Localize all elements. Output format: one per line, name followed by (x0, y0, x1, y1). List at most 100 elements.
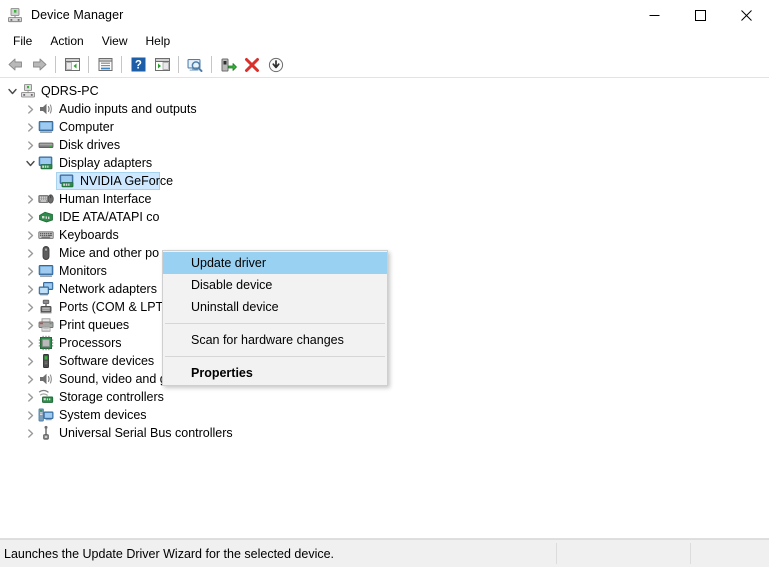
port-icon (38, 299, 54, 315)
tree-item-label: Ports (COM & LPT) (59, 300, 168, 314)
minimize-button[interactable] (631, 0, 677, 30)
display-adapter-icon (38, 155, 54, 171)
context-menu-separator (165, 323, 385, 324)
tree-item-keyboards[interactable]: Keyboards (0, 226, 769, 244)
help-icon[interactable]: ? (126, 53, 150, 76)
menu-view[interactable]: View (93, 31, 137, 52)
menu-file[interactable]: File (4, 31, 41, 52)
chevron-down-icon[interactable] (22, 154, 38, 172)
tree-item-nvidia-geforce[interactable]: NVIDIA GeForce (0, 172, 769, 190)
computer-root-icon (20, 83, 36, 99)
chevron-right-icon[interactable] (22, 334, 38, 352)
tree-item-disk-drives[interactable]: Disk drives (0, 136, 769, 154)
tree-item-label: Computer (59, 120, 114, 134)
ide-controller-icon (38, 209, 54, 225)
monitor-icon (38, 119, 54, 135)
disk-drive-icon (38, 137, 54, 153)
context-menu-item-disable-device[interactable]: Disable device (163, 274, 387, 296)
device-manager-icon (7, 7, 23, 23)
toolbar-separator (88, 56, 89, 73)
tree-item-label: Disk drives (59, 138, 121, 152)
status-bar: Launches the Update Driver Wizard for th… (0, 539, 769, 567)
properties-icon[interactable] (93, 53, 117, 76)
tree-item-display-adapters[interactable]: Display adapters (0, 154, 769, 172)
device-tree-pane[interactable]: QDRS-PC Audio inputs and outputs Compute… (0, 78, 769, 539)
chevron-right-icon[interactable] (22, 406, 38, 424)
menu-action[interactable]: Action (41, 31, 92, 52)
disable-device-icon[interactable] (264, 53, 288, 76)
menu-help[interactable]: Help (137, 31, 180, 52)
context-menu-item-properties[interactable]: Properties (163, 362, 387, 384)
device-manager-window: Device Manager File Action View Help ? Q… (0, 0, 769, 567)
scan-computer-icon[interactable] (183, 53, 207, 76)
chevron-right-icon[interactable] (22, 226, 38, 244)
mouse-icon (38, 245, 54, 261)
status-bar-divider (556, 543, 557, 564)
monitor-icon (38, 263, 54, 279)
toolbar-separator (55, 56, 56, 73)
chevron-right-icon[interactable] (22, 388, 38, 406)
chevron-right-icon[interactable] (22, 190, 38, 208)
maximize-button[interactable] (677, 0, 723, 30)
chevron-right-icon[interactable] (22, 298, 38, 316)
software-device-icon (38, 353, 54, 369)
display-adapter-icon (59, 173, 75, 189)
update-driver-icon[interactable] (216, 53, 240, 76)
chevron-right-icon[interactable] (22, 100, 38, 118)
show-hide-action-pane-icon[interactable] (150, 53, 174, 76)
tree-item-label: Print queues (59, 318, 130, 332)
keyboard-icon (38, 227, 54, 243)
toolbar-separator (211, 56, 212, 73)
chevron-right-icon[interactable] (22, 424, 38, 442)
window-controls (631, 0, 769, 30)
status-bar-divider (690, 543, 691, 564)
tree-item-label: QDRS-PC (41, 84, 99, 98)
context-menu-item-scan-for-hardware-changes[interactable]: Scan for hardware changes (163, 329, 387, 351)
tree-item-system-devices[interactable]: System devices (0, 406, 769, 424)
forward-arrow-icon[interactable] (27, 53, 51, 76)
context-menu-item-uninstall-device[interactable]: Uninstall device (163, 296, 387, 318)
tree-item-audio-inputs-and-outputs[interactable]: Audio inputs and outputs (0, 100, 769, 118)
tree-item-label: Processors (59, 336, 122, 350)
chevron-right-icon[interactable] (22, 280, 38, 298)
chevron-right-icon[interactable] (22, 262, 38, 280)
tree-item-label: Keyboards (59, 228, 119, 242)
tree-item-label: Human Interface (59, 192, 152, 206)
chevron-down-icon[interactable] (4, 82, 20, 100)
tree-item-storage-controllers[interactable]: Storage controllers (0, 388, 769, 406)
back-arrow-icon[interactable] (3, 53, 27, 76)
chevron-right-icon[interactable] (22, 352, 38, 370)
tree-item-label: Mice and other po (59, 246, 160, 260)
tree-item-ide-ata-atapi-controllers[interactable]: IDE ATA/ATAPI co (0, 208, 769, 226)
context-menu: Update driver Disable device Uninstall d… (162, 250, 388, 386)
chevron-right-icon[interactable] (22, 208, 38, 226)
window-title: Device Manager (31, 8, 124, 22)
speaker-icon (38, 101, 54, 117)
chevron-right-icon[interactable] (22, 316, 38, 334)
usb-icon (38, 425, 54, 441)
toolbar-separator (121, 56, 122, 73)
tree-item-universal-serial-bus-controllers[interactable]: Universal Serial Bus controllers (0, 424, 769, 442)
tree-item-label: System devices (59, 408, 147, 422)
toolbar: ? (0, 52, 769, 78)
tree-item-root[interactable]: QDRS-PC (0, 82, 769, 100)
chevron-right-icon[interactable] (22, 370, 38, 388)
show-hide-console-tree-icon[interactable] (60, 53, 84, 76)
chevron-right-icon[interactable] (22, 118, 38, 136)
uninstall-device-icon[interactable] (240, 53, 264, 76)
chevron-right-icon[interactable] (22, 244, 38, 262)
tree-item-human-interface[interactable]: Human Interface (0, 190, 769, 208)
status-bar-text: Launches the Update Driver Wizard for th… (4, 546, 335, 561)
speaker-icon (38, 371, 54, 387)
close-button[interactable] (723, 0, 769, 30)
context-menu-separator (165, 356, 385, 357)
tree-item-label: Software devices (59, 354, 155, 368)
processor-icon (38, 335, 54, 351)
context-menu-item-update-driver[interactable]: Update driver (163, 252, 387, 274)
tree-item-label: NVIDIA GeForce (80, 174, 174, 188)
tree-item-computer[interactable]: Computer (0, 118, 769, 136)
chevron-right-icon[interactable] (22, 136, 38, 154)
tree-item-label: Monitors (59, 264, 107, 278)
printer-icon (38, 317, 54, 333)
tree-item-label: Network adapters (59, 282, 157, 296)
